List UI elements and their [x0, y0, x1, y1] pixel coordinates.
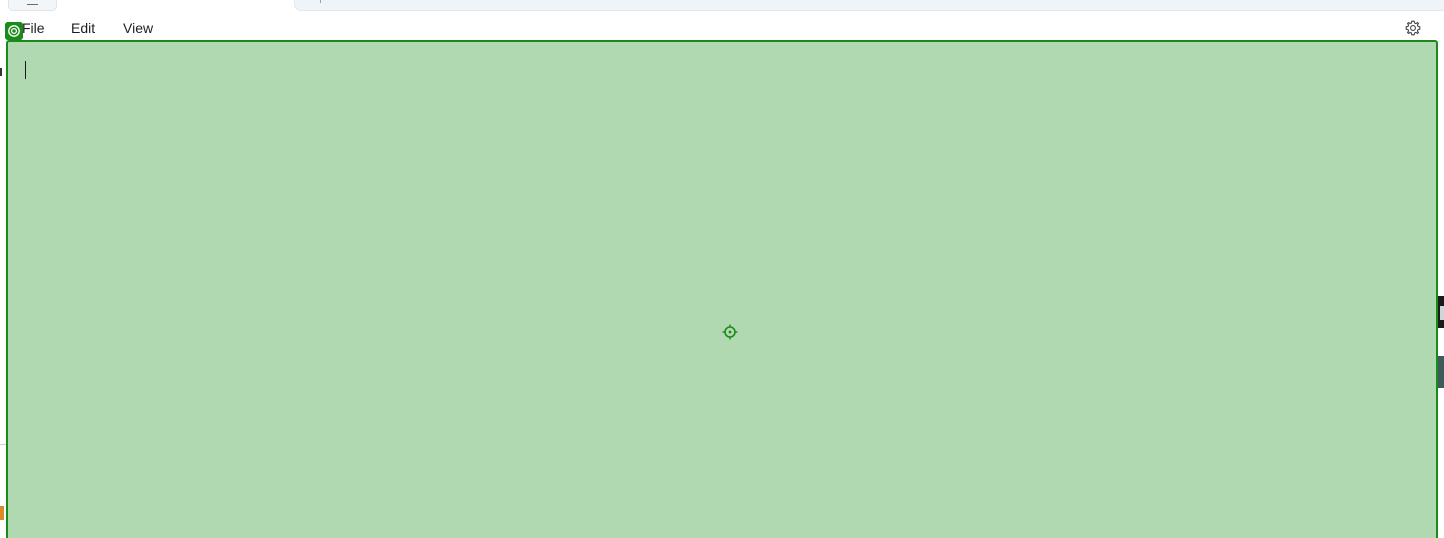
text-caret — [25, 61, 26, 79]
menu-file[interactable]: File — [22, 20, 45, 36]
menu-view[interactable]: View — [123, 20, 153, 36]
right-edge — [1438, 40, 1444, 538]
menu-bar: File Edit View — [0, 11, 1444, 41]
text-editor-area[interactable] — [6, 40, 1438, 538]
hamburger-icon — [27, 0, 38, 5]
right-edge-teal-block — [1438, 356, 1444, 388]
menu-edit[interactable]: Edit — [71, 20, 95, 36]
gear-icon[interactable] — [1404, 19, 1422, 37]
crosshair-icon — [722, 324, 738, 340]
right-edge-light-block — [1440, 306, 1444, 320]
left-edge-orange-mark — [0, 506, 4, 520]
tab-untitled[interactable] — [294, 0, 1444, 11]
tab-close-icon[interactable] — [317, 0, 321, 3]
left-edge-mark — [0, 68, 2, 76]
target-icon — [5, 22, 23, 40]
tab-active[interactable] — [8, 0, 57, 11]
notepad-window: File Edit View — [0, 0, 1444, 538]
tab-strip — [0, 0, 1444, 11]
